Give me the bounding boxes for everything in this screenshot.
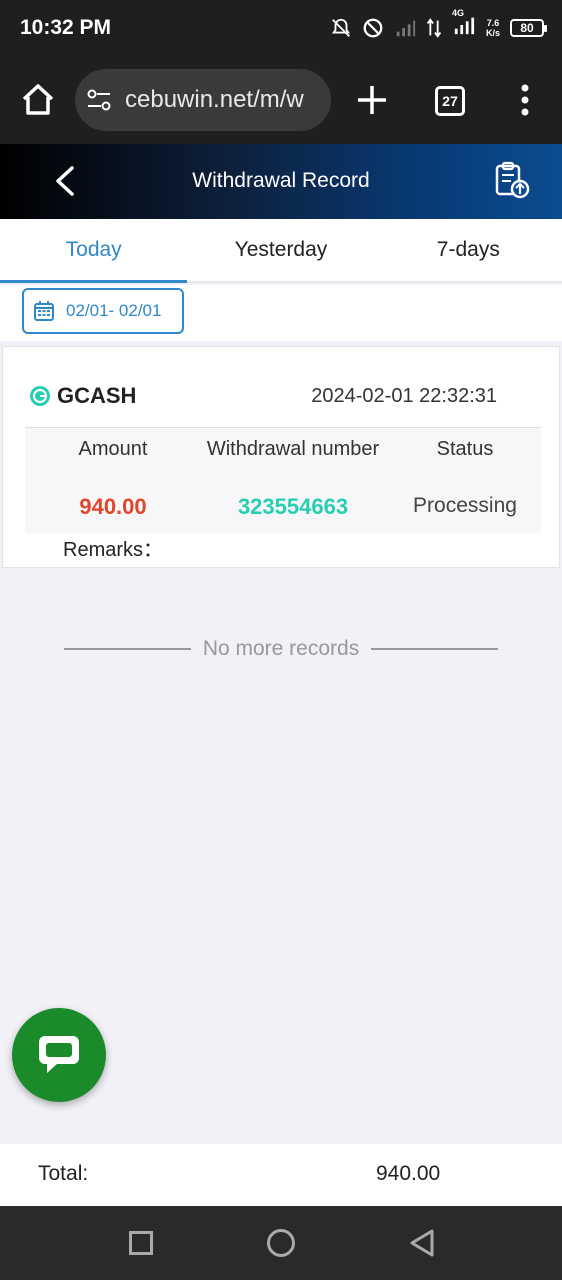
status-time: 10:32 PM bbox=[20, 16, 112, 39]
date-tabs: Today Yesterday 7-days bbox=[0, 219, 562, 283]
app-header: Withdrawal Record bbox=[0, 144, 562, 219]
battery-icon: 80 bbox=[510, 18, 547, 37]
date-filter-row: 02/01- 02/01 bbox=[0, 285, 562, 341]
date-range-button[interactable]: 02/01- 02/01 bbox=[22, 288, 184, 334]
recent-apps-icon[interactable] bbox=[129, 1231, 153, 1255]
amount-value: 940.00 bbox=[79, 494, 147, 519]
total-value: 940.00 bbox=[376, 1162, 441, 1185]
signal-strong-icon: 4G bbox=[452, 8, 476, 41]
withdrawal-record-card: GCASH 2024-02-01 22:32:31 Amount Withdra… bbox=[2, 346, 560, 568]
network-speed: 7.6 K/s bbox=[485, 17, 500, 38]
url-bar[interactable]: cebuwin.net/m/w bbox=[75, 69, 331, 131]
back-nav-icon[interactable] bbox=[408, 1228, 436, 1258]
record-details: Amount Withdrawal number Status 940.00 3… bbox=[25, 427, 541, 533]
date-range-text: 02/01- 02/01 bbox=[66, 301, 162, 320]
withdrawal-number-header: Withdrawal number bbox=[206, 438, 380, 460]
gcash-logo-icon bbox=[30, 386, 50, 406]
total-bar: Total: 940.00 bbox=[0, 1144, 562, 1206]
system-nav-bar bbox=[0, 1206, 562, 1280]
live-chat-button[interactable] bbox=[12, 1008, 106, 1102]
divider-left bbox=[64, 648, 191, 650]
signal-weak-icon bbox=[396, 20, 416, 36]
data-transfer-icon bbox=[426, 17, 442, 38]
amount-header: Amount bbox=[78, 438, 148, 460]
payment-method: GCASH bbox=[29, 383, 136, 409]
bell-off-icon bbox=[331, 18, 351, 37]
remarks-label: Remarks： bbox=[63, 539, 164, 561]
upload-record-icon[interactable] bbox=[493, 160, 531, 200]
home-nav-icon[interactable] bbox=[267, 1229, 295, 1257]
tab-yesterday[interactable]: Yesterday bbox=[187, 219, 374, 281]
total-label: Total: bbox=[38, 1162, 89, 1185]
tab-7-days[interactable]: 7-days bbox=[375, 219, 562, 281]
new-tab-icon[interactable] bbox=[354, 82, 390, 118]
record-datetime: 2024-02-01 22:32:31 bbox=[311, 385, 497, 407]
chat-bubble-icon bbox=[39, 1036, 79, 1073]
tab-switcher-button[interactable]: 27 bbox=[435, 86, 465, 116]
tab-today[interactable]: Today bbox=[0, 219, 188, 283]
calendar-icon bbox=[34, 301, 54, 321]
payment-method-label: GCASH bbox=[57, 383, 137, 408]
browser-toolbar: cebuwin.net/m/w 27 bbox=[0, 56, 562, 144]
do-not-disturb-icon bbox=[363, 18, 383, 37]
network-label: 4G bbox=[451, 8, 464, 18]
status-icons: 4G 7.6 K/s 80 bbox=[330, 8, 547, 41]
no-more-records: No more records bbox=[64, 634, 499, 664]
status-header: Status bbox=[436, 438, 494, 460]
withdrawal-number-value: 323554663 bbox=[237, 494, 349, 519]
divider-right bbox=[371, 648, 499, 650]
home-icon[interactable] bbox=[18, 80, 58, 120]
site-settings-icon[interactable] bbox=[86, 87, 112, 113]
page-title: Withdrawal Record bbox=[192, 169, 370, 192]
no-more-records-text: No more records bbox=[202, 637, 360, 660]
more-menu-icon[interactable] bbox=[510, 82, 540, 118]
status-value: Processing bbox=[413, 494, 517, 517]
status-bar: 10:32 PM 4G 7.6 K/s 80 bbox=[0, 0, 562, 56]
